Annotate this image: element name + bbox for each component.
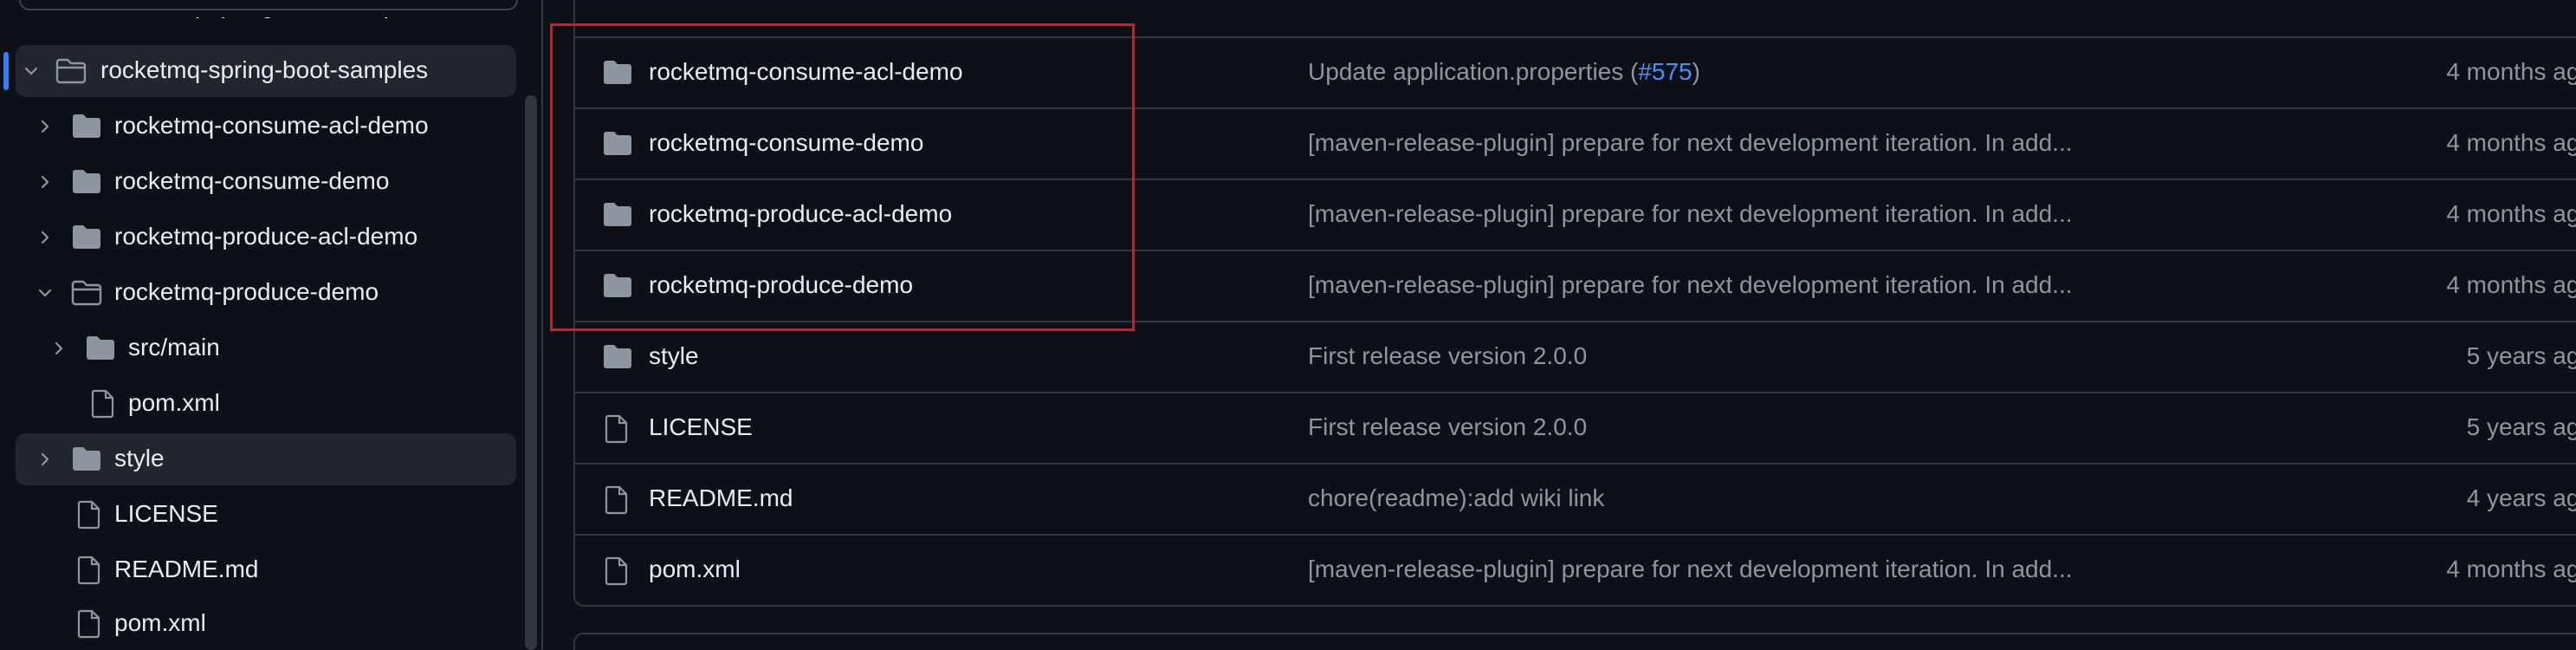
tree-item-rocketmq-produce-demo[interactable]: rocketmq-produce-demo <box>16 267 516 319</box>
tree-item-rocketmq-produce-acl-demo[interactable]: rocketmq-produce-acl-demo <box>16 211 516 263</box>
tree-filter-input[interactable] <box>19 0 518 10</box>
file-icon <box>603 414 632 444</box>
active-item-indicator <box>3 52 9 90</box>
tree-item-license[interactable]: LICENSE <box>16 489 516 541</box>
commit-message[interactable]: [maven-release-plugin] prepare for next … <box>1308 200 2073 228</box>
tree-item-label: style <box>114 445 165 471</box>
file-icon <box>74 556 106 585</box>
file-icon <box>74 609 106 639</box>
folder-icon <box>71 113 102 140</box>
tree-partial-label: rocketmq-spring-boot-samples <box>100 17 428 19</box>
commit-message[interactable]: First release version 2.0.0 <box>1308 413 1587 441</box>
commit-message[interactable]: First release version 2.0.0 <box>1308 342 1587 370</box>
readme-panel <box>573 633 2576 650</box>
file-icon <box>88 389 120 419</box>
commit-date: 5 years ago <box>2466 413 2576 440</box>
file-icon <box>603 556 632 586</box>
chevron-right-icon[interactable] <box>36 173 54 191</box>
commit-date: 4 months ago <box>2446 58 2576 85</box>
folder-open-icon <box>71 279 102 307</box>
commit-message-text: Update application.properties ( <box>1308 58 1639 85</box>
page: rocketmq-spring-boot-samples rocketmq-sp… <box>0 0 2576 650</box>
chevron-down-icon[interactable] <box>23 62 40 80</box>
chevron-right-icon[interactable] <box>36 229 54 246</box>
tree-item-label: rocketmq-consume-acl-demo <box>114 112 429 139</box>
file-name-link[interactable]: LICENSE <box>649 413 753 441</box>
folder-icon <box>71 224 102 251</box>
file-name-link[interactable]: pom.xml <box>649 556 741 583</box>
tree-item-label: pom.xml <box>128 389 220 416</box>
tree-item-label: pom.xml <box>114 609 206 636</box>
commit-date: 4 months ago <box>2446 271 2576 298</box>
commit-date: 4 months ago <box>2446 556 2576 582</box>
folder-icon <box>71 168 102 196</box>
commit-message[interactable]: [maven-release-plugin] prepare for next … <box>1308 556 2073 583</box>
tree-item-pom-xml[interactable]: pom.xml <box>16 378 516 430</box>
file-row-style[interactable]: style First release version 2.0.0 5 year… <box>575 321 2576 392</box>
tree-item-label: rocketmq-produce-acl-demo <box>114 223 418 250</box>
commit-date: 4 years ago <box>2466 484 2576 511</box>
commit-message[interactable]: chore(readme):add wiki link <box>1308 484 1604 512</box>
chevron-right-icon[interactable] <box>36 118 54 135</box>
folder-icon <box>71 445 102 473</box>
folder-icon <box>603 343 632 371</box>
file-icon <box>603 485 632 515</box>
commit-date: 4 months ago <box>2446 129 2576 156</box>
tree-partial-row[interactable]: rocketmq-spring-boot-samples <box>0 17 520 35</box>
sidebar-scrollbar[interactable] <box>525 95 537 650</box>
tree-item-src-main[interactable]: src/main <box>16 322 516 374</box>
tree-item-rocketmq-consume-acl-demo[interactable]: rocketmq-consume-acl-demo <box>16 101 516 153</box>
tree-item-pom-xml-root[interactable]: pom.xml <box>16 598 516 650</box>
commit-message[interactable]: [maven-release-plugin] prepare for next … <box>1308 271 2073 299</box>
tree-item-rocketmq-spring-boot-samples[interactable]: rocketmq-spring-boot-samples <box>16 45 516 97</box>
commit-message-end: ) <box>1692 58 1700 85</box>
file-row-readme-md[interactable]: README.md chore(readme):add wiki link 4 … <box>575 463 2576 534</box>
file-name-link[interactable]: README.md <box>649 484 793 512</box>
chevron-right-icon[interactable] <box>36 451 54 468</box>
file-tree-sidebar: rocketmq-spring-boot-samples rocketmq-sp… <box>0 0 543 650</box>
file-name-link[interactable]: style <box>649 342 699 370</box>
tree-item-label: rocketmq-consume-demo <box>114 167 390 194</box>
chevron-down-icon[interactable] <box>36 284 54 302</box>
commit-message[interactable]: [maven-release-plugin] prepare for next … <box>1308 129 2073 157</box>
tree-item-readme-md[interactable]: README.md <box>16 544 516 596</box>
folder-open-icon <box>55 57 87 85</box>
tree-item-rocketmq-consume-demo[interactable]: rocketmq-consume-demo <box>16 156 516 208</box>
parent-directory-link[interactable]: .. <box>649 0 670 5</box>
annotation-highlight-box <box>550 23 1135 331</box>
file-row-license[interactable]: LICENSE First release version 2.0.0 5 ye… <box>575 392 2576 463</box>
chevron-right-icon[interactable] <box>50 340 68 357</box>
tree-item-label: README.md <box>114 556 259 582</box>
tree-item-label: rocketmq-produce-demo <box>114 278 379 305</box>
tree-item-label: src/main <box>128 334 220 361</box>
issue-link[interactable]: #575 <box>1638 58 1692 85</box>
commit-date: 5 years ago <box>2466 342 2576 369</box>
file-icon <box>74 500 106 530</box>
tree-item-label: rocketmq-spring-boot-samples <box>100 56 429 83</box>
folder-icon <box>85 335 116 362</box>
commit-date: 4 months ago <box>2446 200 2576 227</box>
tree-item-label: LICENSE <box>114 500 218 527</box>
file-row-pom-xml[interactable]: pom.xml [maven-release-plugin] prepare f… <box>575 534 2576 605</box>
commit-message[interactable]: Update application.properties (#575) <box>1308 58 1700 86</box>
tree-item-style[interactable]: style <box>16 433 516 485</box>
